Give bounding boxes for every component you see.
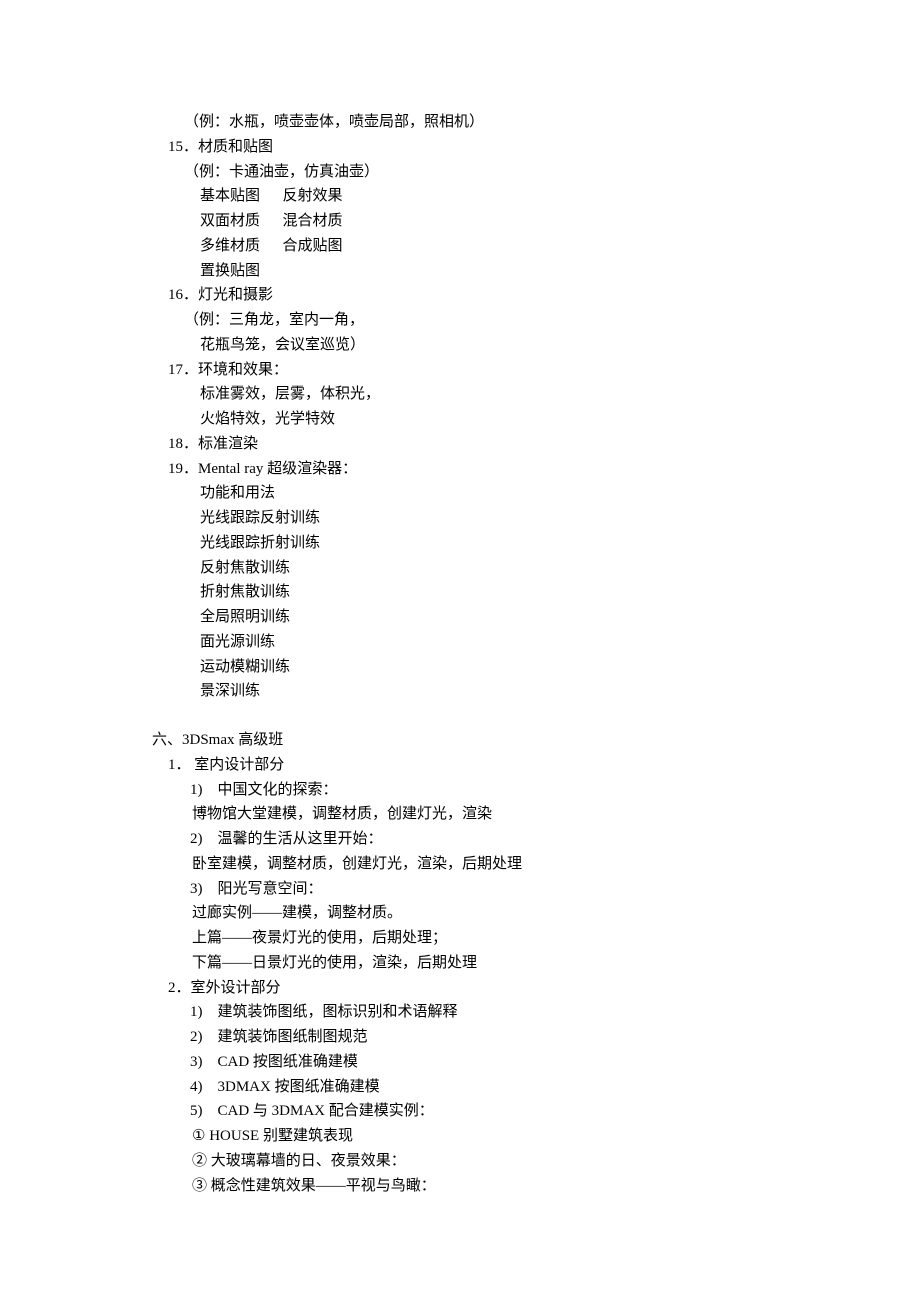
text-line: 卧室建模，调整材质，创建灯光，渲染，后期处理 [0,852,920,877]
text-line: 全局照明训练 [0,605,920,630]
text-line: 1． 室内设计部分 [0,753,920,778]
text-line: 博物馆大堂建模，调整材质，创建灯光，渲染 [0,802,920,827]
text-line: 花瓶鸟笼，会议室巡览） [0,333,920,358]
text-line: 5) CAD 与 3DMAX 配合建模实例： [0,1099,920,1124]
text-line: 15．材质和贴图 [0,135,920,160]
text-line: 1) 建筑装饰图纸，图标识别和术语解释 [0,1000,920,1025]
text-line: 2) 温馨的生活从这里开始： [0,827,920,852]
text-line: （例：水瓶，喷壶壶体，喷壶局部，照相机） [0,110,920,135]
text-line: 运动模糊训练 [0,655,920,680]
text-line: 过廊实例——建模，调整材质。 [0,901,920,926]
text-line: 六、3DSmax 高级班 [0,728,920,753]
text-line: 功能和用法 [0,481,920,506]
text-line: 1) 中国文化的探索： [0,778,920,803]
text-line: 双面材质 混合材质 [0,209,920,234]
text-line: 火焰特效，光学特效 [0,407,920,432]
text-line: 19．Mental ray 超级渲染器： [0,457,920,482]
text-line: 4) 3DMAX 按图纸准确建模 [0,1075,920,1100]
text-line: 折射焦散训练 [0,580,920,605]
text-line: （例：卡通油壶，仿真油壶） [0,160,920,185]
text-line: 反射焦散训练 [0,556,920,581]
text-line: ③ 概念性建筑效果——平视与鸟瞰： [0,1174,920,1199]
text-line: 面光源训练 [0,630,920,655]
text-line: 3) 阳光写意空间： [0,877,920,902]
text-line: 置换贴图 [0,259,920,284]
text-line: 2) 建筑装饰图纸制图规范 [0,1025,920,1050]
text-line: （例：三角龙，室内一角， [0,308,920,333]
text-line: 18．标准渲染 [0,432,920,457]
text-line [0,704,920,728]
text-line: 下篇——日景灯光的使用，渲染，后期处理 [0,951,920,976]
document-page: （例：水瓶，喷壶壶体，喷壶局部，照相机）15．材质和贴图（例：卡通油壶，仿真油壶… [0,0,920,1302]
text-line: 上篇——夜景灯光的使用，后期处理； [0,926,920,951]
text-line: 17．环境和效果： [0,358,920,383]
text-line: 标准雾效，层雾，体积光， [0,382,920,407]
text-line: 光线跟踪折射训练 [0,531,920,556]
text-line: ① HOUSE 别墅建筑表现 [0,1124,920,1149]
text-line: 2．室外设计部分 [0,976,920,1001]
text-line: 光线跟踪反射训练 [0,506,920,531]
text-line: 基本贴图 反射效果 [0,184,920,209]
text-line: 景深训练 [0,679,920,704]
text-line: 16．灯光和摄影 [0,283,920,308]
text-line: ② 大玻璃幕墙的日、夜景效果： [0,1149,920,1174]
text-line: 3) CAD 按图纸准确建模 [0,1050,920,1075]
text-line: 多维材质 合成贴图 [0,234,920,259]
